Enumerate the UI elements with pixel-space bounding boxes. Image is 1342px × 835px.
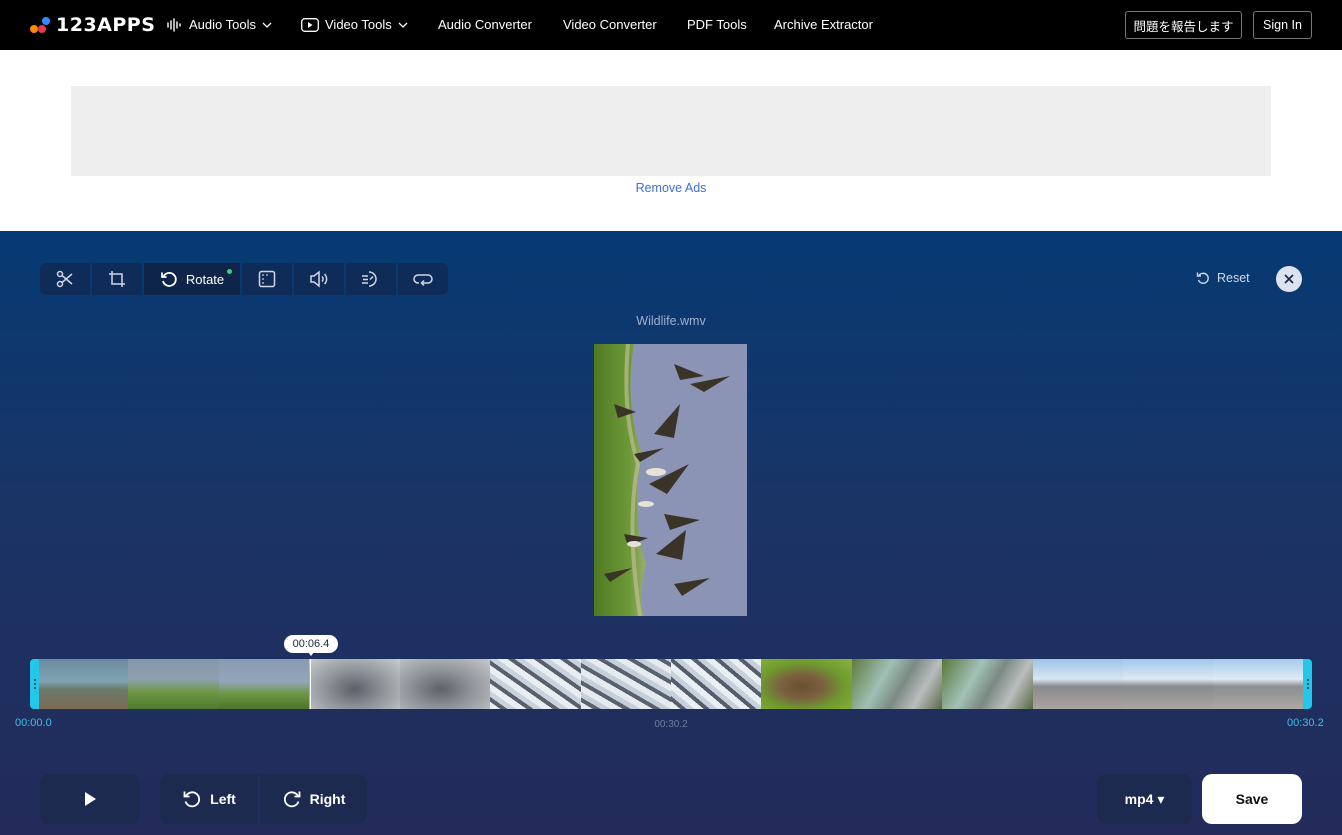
waveform-icon [167,17,181,32]
timeline-thumbnail [128,659,219,709]
timeline-thumbnail [1123,659,1214,709]
timeline-thumbnail [942,659,1033,709]
timeline-thumbnail [309,659,400,709]
tool-rotate[interactable]: Rotate [144,263,240,295]
timeline-end-time: 00:30.2 [1287,717,1324,729]
reset-label: Reset [1217,271,1250,285]
top-nav: 123APPS Audio Tools Video Tools Audio Co… [0,0,1342,50]
trim-end-handle[interactable] [1303,659,1312,709]
rotate-icon [160,272,177,287]
timeline[interactable] [30,659,1312,709]
crop-icon [109,271,125,287]
tool-speed[interactable] [346,263,396,295]
nav-video-tools[interactable]: Video Tools [301,17,408,32]
timeline-thumbnail [399,659,491,709]
timeline-thumbnail [851,659,943,709]
chevron-down-icon [398,22,408,28]
sign-in-button[interactable]: Sign In [1253,11,1312,39]
chevron-down-icon [262,22,272,28]
close-button[interactable] [1276,266,1302,292]
logo-text: 123APPS [56,14,156,36]
logo[interactable]: 123APPS [30,14,155,36]
nav-audio-converter[interactable]: Audio Converter [438,17,532,32]
reset-icon [1196,272,1209,284]
tool-crop[interactable] [92,263,142,295]
remove-ads-link[interactable]: Remove Ads [0,181,1342,195]
play-icon [85,792,96,806]
rotate-left-label: Left [210,791,236,807]
timeline-thumbnail [761,659,852,709]
close-icon [1284,274,1294,284]
video-filename: Wildlife.wmv [636,314,706,328]
nav-pdf-tools[interactable]: PDF Tools [687,17,747,32]
report-issue-button[interactable]: 問題を報告します [1125,11,1242,39]
volume-icon [310,270,328,288]
tool-loop[interactable] [398,263,448,295]
rotate-left-button[interactable]: Left [160,774,258,824]
timeline-thumbnail [490,659,581,709]
active-indicator [227,269,232,274]
tool-rotate-label: Rotate [185,271,225,287]
video-frame-image [594,344,747,616]
rotate-left-icon [183,791,201,808]
logo-icon [30,15,50,35]
trim-start-handle[interactable] [30,659,39,709]
save-button[interactable]: Save [1202,774,1302,824]
timeline-thumbnails [38,659,1304,709]
nav-audio-tools-label: Audio Tools [189,17,256,32]
scissors-icon [56,270,73,288]
timeline-thumbnail [670,659,762,709]
timeline-thumbnail [1032,659,1124,709]
timeline-duration: 00:30.2 [654,719,688,730]
editor-toolbar: Rotate [40,263,448,295]
frame-icon [258,270,276,288]
rotate-right-button[interactable]: Right [260,774,367,824]
rotate-right-label: Right [309,791,346,807]
loop-icon [413,274,433,287]
play-button[interactable] [40,774,140,824]
tool-cut[interactable] [40,263,90,295]
ad-placeholder [71,86,1271,176]
nav-video-tools-label: Video Tools [325,17,392,32]
nav-video-converter[interactable]: Video Converter [563,17,657,32]
format-select[interactable]: mp4 ▾ [1097,774,1192,824]
rotate-right-icon [283,791,301,808]
playhead[interactable] [310,659,311,709]
playhead-time: 00:06.4 [284,635,338,653]
tool-resize[interactable] [242,263,292,295]
speed-icon [362,271,377,287]
nav-audio-tools[interactable]: Audio Tools [167,17,272,32]
timeline-thumbnail [38,659,129,709]
timeline-thumbnail [1213,659,1304,709]
video-editor: Rotate Reset Wildlife.wmv 00:06.4 00:00.… [0,231,1342,835]
tool-volume[interactable] [294,263,344,295]
reset-button[interactable]: Reset [1196,271,1250,285]
video-preview [594,344,747,616]
timeline-thumbnail [218,659,310,709]
play-icon [301,17,319,32]
timeline-thumbnail [580,659,671,709]
nav-archive-extractor[interactable]: Archive Extractor [774,17,873,32]
playhead-tip [308,652,314,656]
